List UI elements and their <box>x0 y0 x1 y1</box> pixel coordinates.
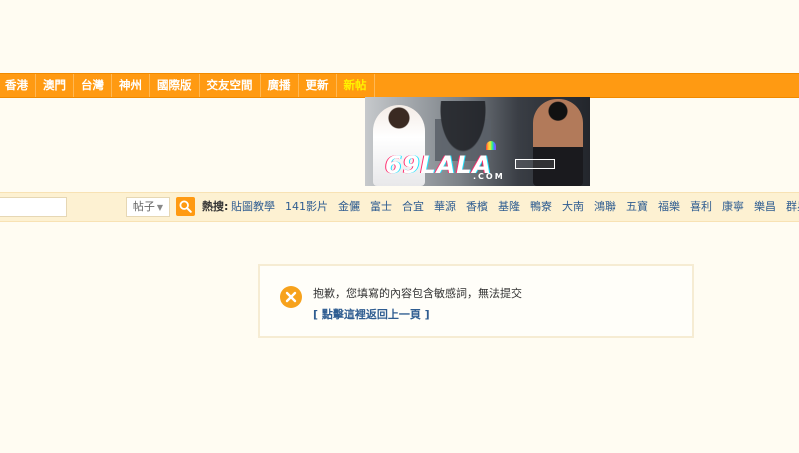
search-bar: 帖子 ▼ 熱搜: 貼圖教學 141影片 金儷 富士 合宜 華源 香檳 基隆 鴨寮 … <box>0 192 799 222</box>
hot-search-item[interactable]: 樂昌 <box>754 193 776 221</box>
back-link[interactable]: [ 點擊這裡返回上一頁 ] <box>313 306 430 322</box>
caret-down-icon: ▼ <box>156 203 164 212</box>
nav-item-broadcast[interactable]: 廣播 <box>261 74 299 97</box>
error-message-box: 抱歉，您填寫的內容包含敏感詞，無法提交 [ 點擊這裡返回上一頁 ] <box>258 264 694 338</box>
search-input[interactable] <box>0 197 67 217</box>
hot-search-item[interactable]: 康寧 <box>722 193 744 221</box>
hot-search-item[interactable]: 香檳 <box>466 193 488 221</box>
ad-banner[interactable]: 69LALA .COM <box>365 97 590 186</box>
hot-search-item[interactable]: 大南 <box>562 193 584 221</box>
search-type-select[interactable]: 帖子 ▼ <box>126 197 170 217</box>
rainbow-heart-icon <box>486 141 496 150</box>
hot-search-item[interactable]: 鴻聯 <box>594 193 616 221</box>
hot-search-item[interactable]: 福樂 <box>658 193 680 221</box>
nav-item-dating[interactable]: 交友空間 <box>200 74 261 97</box>
nav-item-china[interactable]: 神州 <box>112 74 150 97</box>
hot-search-item[interactable]: 群星 <box>786 193 799 221</box>
search-button[interactable] <box>176 197 195 216</box>
error-message-text: 抱歉，您填寫的內容包含敏感詞，無法提交 <box>313 287 522 300</box>
hot-search-item[interactable]: 華源 <box>434 193 456 221</box>
hot-search-item[interactable]: 喜利 <box>690 193 712 221</box>
nav-item-hongkong[interactable]: 香港 <box>0 74 36 97</box>
nav-item-international[interactable]: 國際版 <box>150 74 200 97</box>
search-icon <box>179 200 192 213</box>
hot-search-label: 熱搜: <box>202 200 229 213</box>
nav-item-new-posts[interactable]: 新帖 <box>337 74 375 97</box>
error-icon <box>280 286 302 308</box>
hot-search-item[interactable]: 鴨寮 <box>530 193 552 221</box>
banner-logo-sub: .COM <box>473 172 505 181</box>
nav-item-updates[interactable]: 更新 <box>299 74 337 97</box>
main-nav-bar: 香港 澳門 台灣 神州 國際版 交友空間 廣播 更新 新帖 <box>0 73 799 98</box>
banner-figure-right <box>533 99 583 186</box>
search-type-label: 帖子 <box>132 200 155 213</box>
banner-tag <box>515 159 555 169</box>
close-x-icon <box>285 291 297 303</box>
hot-search-item[interactable]: 合宜 <box>402 193 424 221</box>
hot-search-list: 貼圖教學 141影片 金儷 富士 合宜 華源 香檳 基隆 鴨寮 大南 鴻聯 五寶… <box>231 193 799 221</box>
hot-search-item[interactable]: 基隆 <box>498 193 520 221</box>
hot-search-item[interactable]: 金儷 <box>338 193 360 221</box>
hot-search-item[interactable]: 富士 <box>370 193 392 221</box>
hot-search-item[interactable]: 五寶 <box>626 193 648 221</box>
nav-item-taiwan[interactable]: 台灣 <box>74 74 112 97</box>
hot-search-item[interactable]: 141影片 <box>285 193 328 221</box>
page: 香港 澳門 台灣 神州 國際版 交友空間 廣播 更新 新帖 69LALA .CO… <box>0 0 799 453</box>
hot-search-item[interactable]: 貼圖教學 <box>231 193 275 221</box>
nav-item-macau[interactable]: 澳門 <box>36 74 74 97</box>
